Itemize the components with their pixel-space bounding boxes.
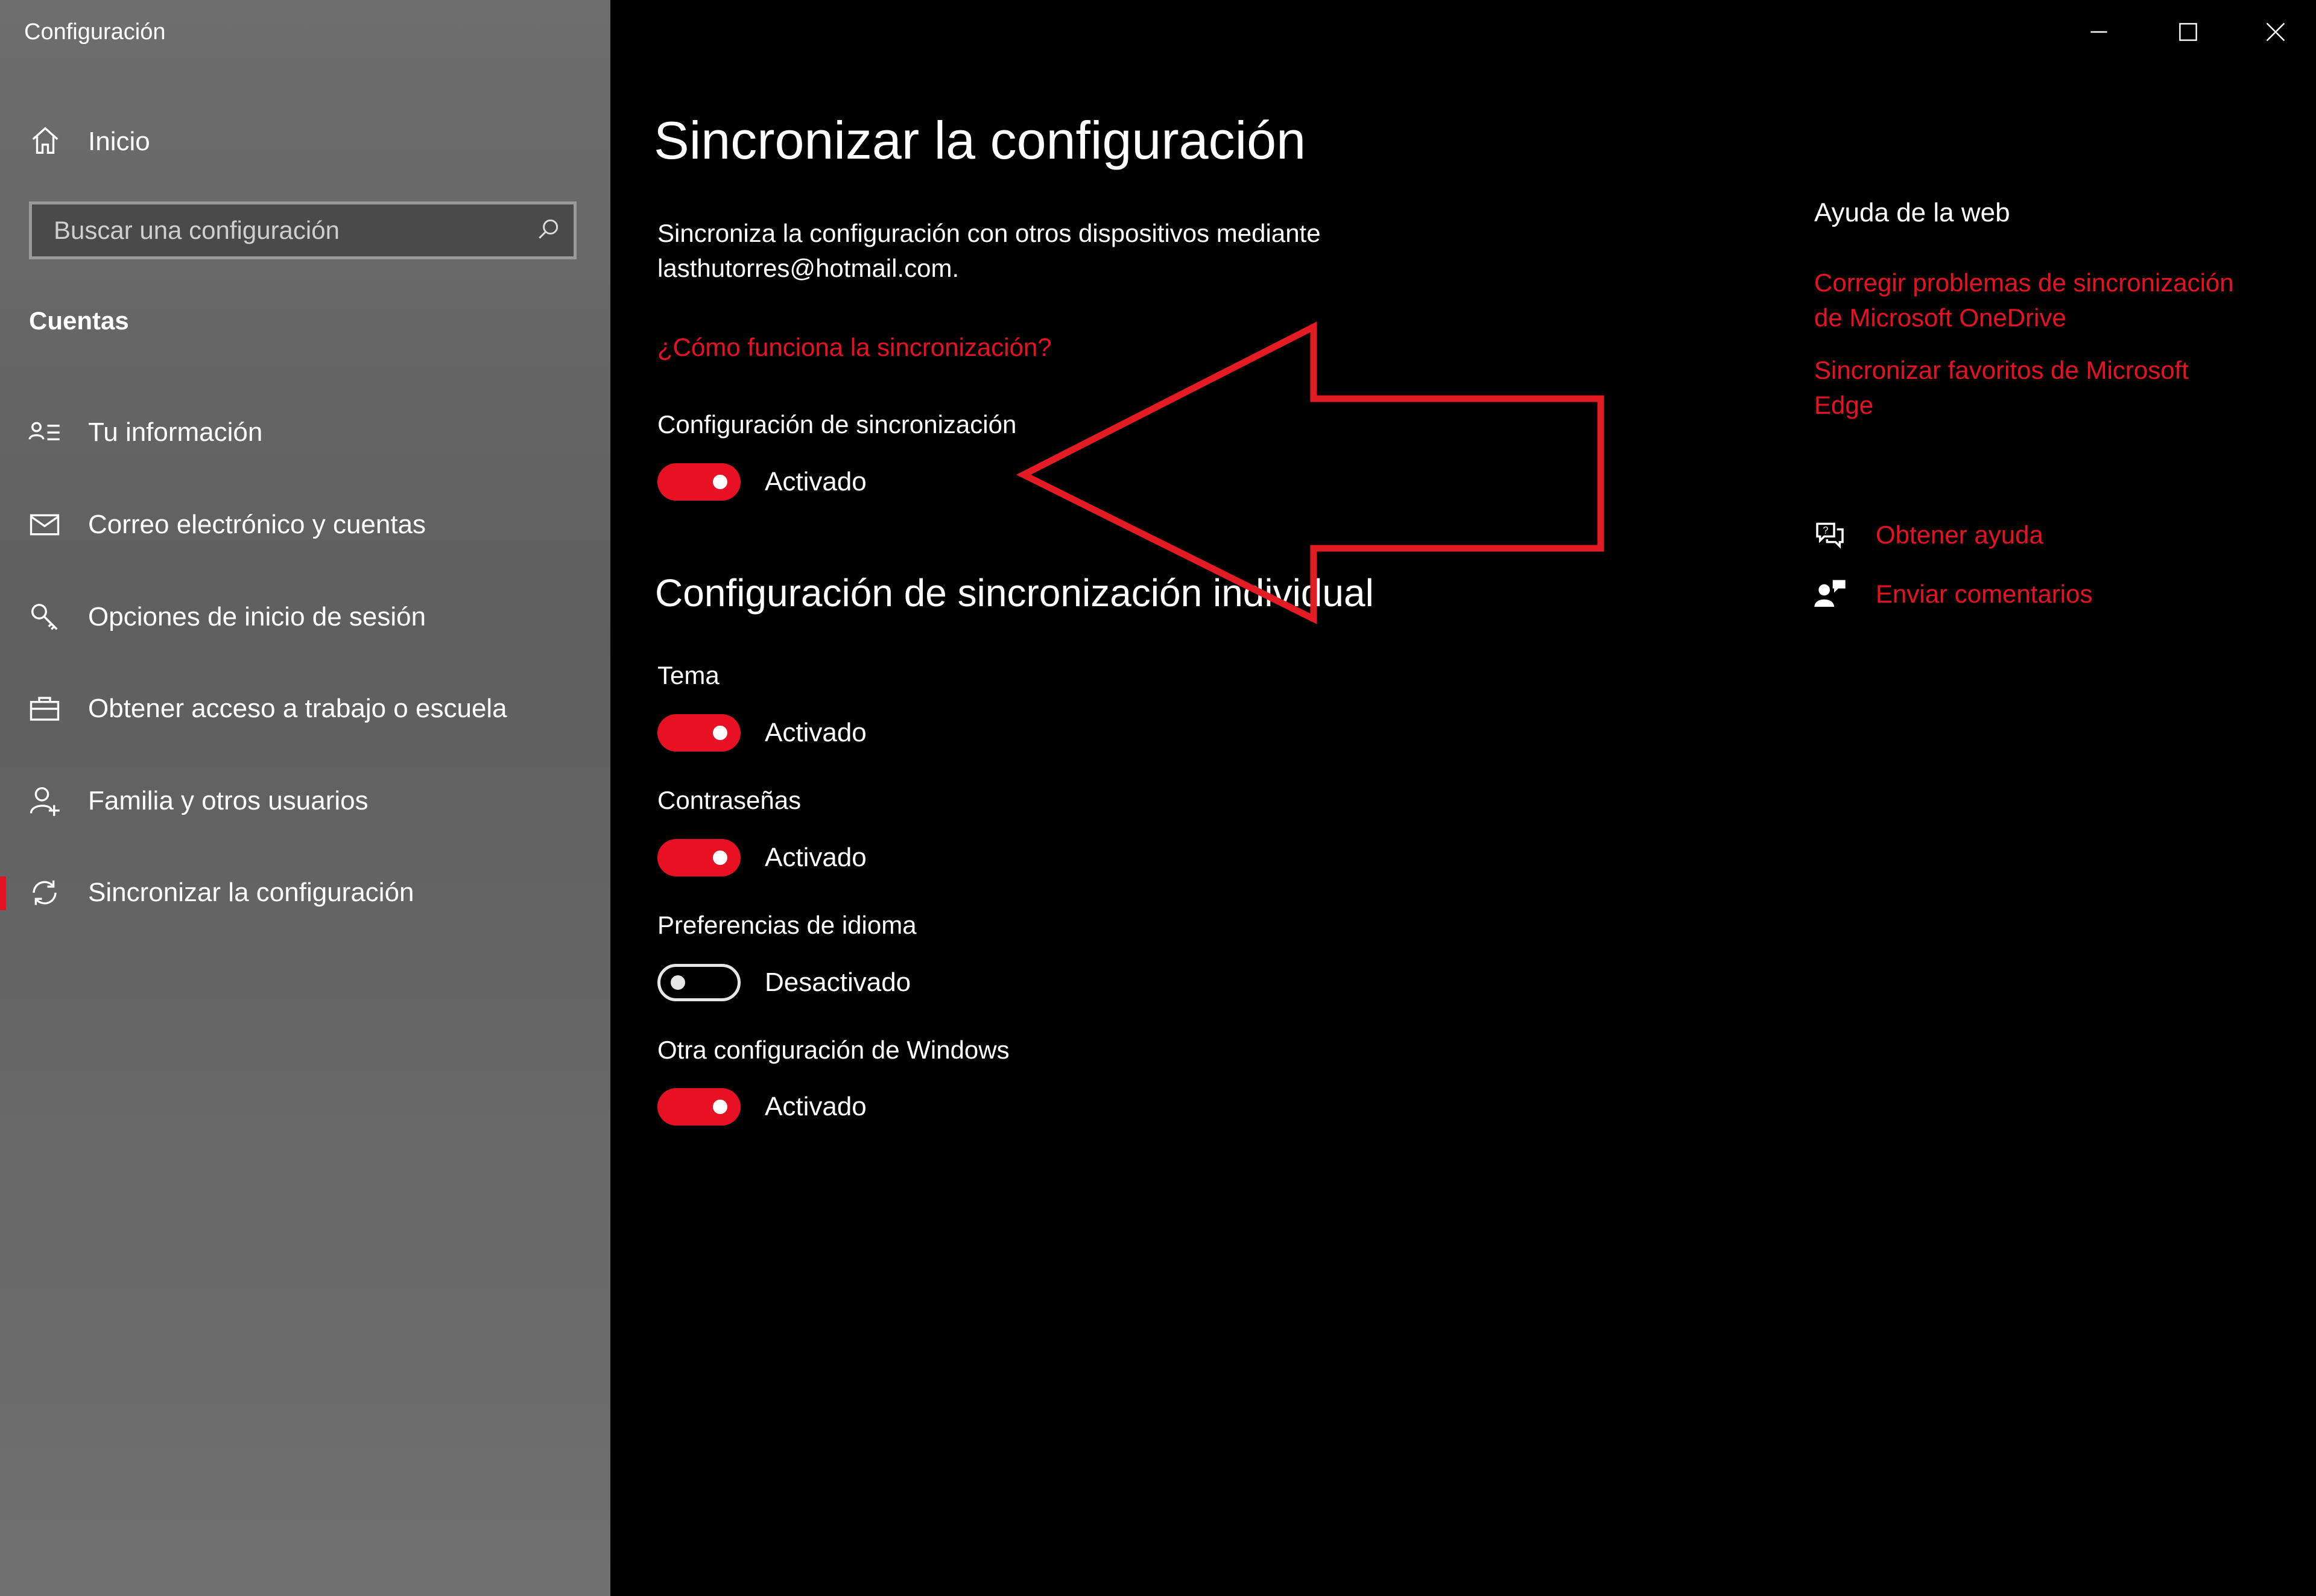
- contrasenas-label: Contraseñas: [657, 786, 802, 814]
- how-sync-works-link[interactable]: ¿Cómo funciona la sincronización?: [657, 333, 1052, 362]
- search-box[interactable]: [29, 201, 577, 259]
- individual-sync-heading: Configuración de sincronización individu…: [655, 571, 1374, 615]
- sidebar-item-label: Correo electrónico y cuentas: [88, 510, 426, 539]
- toggle-knob: [713, 850, 727, 865]
- minimize-button[interactable]: [2069, 12, 2129, 54]
- otra-config-row: Activado: [657, 1086, 867, 1128]
- idioma-state: Desactivado: [765, 967, 911, 997]
- tema-label: Tema: [657, 661, 720, 689]
- app-title: Configuración: [24, 19, 166, 45]
- toggle-knob: [713, 1100, 727, 1114]
- svg-text:?: ?: [1823, 525, 1828, 536]
- sidebar-item-tu-informacion[interactable]: Tu información: [0, 399, 610, 466]
- sidebar-item-inicio-sesion[interactable]: Opciones de inicio de sesión: [0, 584, 610, 650]
- sidebar-item-trabajo-escuela[interactable]: Obtener acceso a trabajo o escuela: [0, 676, 610, 742]
- tema-toggle[interactable]: [657, 714, 741, 752]
- help-link-line: Corregir problemas de sincronización: [1814, 268, 2234, 297]
- contrasenas-toggle[interactable]: [657, 839, 741, 876]
- toggle-knob: [671, 975, 685, 990]
- maximize-button[interactable]: [2158, 12, 2218, 54]
- toggle-knob: [713, 475, 727, 489]
- briefcase-icon: [27, 691, 63, 727]
- idioma-label: Preferencias de idioma: [657, 911, 917, 939]
- get-help-label: Obtener ayuda: [1876, 521, 2043, 549]
- sync-icon: [27, 875, 63, 911]
- help-link-line: Edge: [1814, 391, 1874, 419]
- add-person-icon: [27, 783, 63, 819]
- sidebar-item-label: Familia y otros usuarios: [88, 786, 369, 815]
- key-icon: [27, 599, 63, 635]
- toggle-knob: [713, 726, 727, 740]
- send-feedback-label: Enviar comentarios: [1876, 580, 2093, 608]
- help-link-line: de Microsoft OneDrive: [1814, 303, 2066, 332]
- otra-config-toggle[interactable]: [657, 1088, 741, 1126]
- section-label-cuentas: Cuentas: [29, 306, 129, 335]
- mail-icon: [27, 507, 63, 543]
- idioma-row: Desactivado: [657, 961, 911, 1004]
- page-title: Sincronizar la configuración: [654, 110, 1306, 170]
- home-nav-item[interactable]: Inicio: [29, 121, 150, 163]
- feedback-icon: [1812, 576, 1848, 612]
- search-input[interactable]: [52, 215, 535, 245]
- otra-config-label: Otra configuración de Windows: [657, 1036, 1010, 1064]
- search-icon[interactable]: [535, 216, 562, 245]
- contrasenas-state: Activado: [765, 843, 867, 872]
- send-feedback-link[interactable]: Enviar comentarios: [1812, 573, 2092, 615]
- settings-window: Configuración Inicio Cuentas Tu informac…: [0, 0, 2316, 1596]
- sidebar-item-label: Tu información: [88, 417, 263, 447]
- contrasenas-row: Activado: [657, 837, 867, 879]
- tema-state: Activado: [765, 718, 867, 747]
- help-link-onedrive[interactable]: Corregir problemas de sincronización de …: [1814, 265, 2285, 335]
- sidebar-item-sincronizar[interactable]: Sincronizar la configuración: [0, 860, 610, 926]
- sidebar-item-label: Opciones de inicio de sesión: [88, 602, 426, 632]
- home-icon: [29, 124, 62, 160]
- close-icon: [2265, 21, 2286, 46]
- help-link-edge[interactable]: Sincronizar favoritos de Microsoft Edge: [1814, 353, 2285, 423]
- get-help-link[interactable]: ? Obtener ayuda: [1812, 514, 2043, 556]
- idioma-toggle[interactable]: [657, 964, 741, 1001]
- sidebar: Configuración Inicio Cuentas Tu informac…: [0, 0, 610, 1596]
- help-title: Ayuda de la web: [1814, 198, 2010, 227]
- description-line-1: Sincroniza la configuración con otros di…: [657, 219, 1321, 247]
- contact-info-icon: [27, 414, 63, 451]
- sidebar-item-label: Sincronizar la configuración: [88, 878, 414, 907]
- minimize-icon: [2089, 22, 2109, 45]
- tema-row: Activado: [657, 712, 867, 754]
- maximize-icon: [2178, 22, 2198, 45]
- sidebar-item-label: Obtener acceso a trabajo o escuela: [88, 694, 507, 723]
- sync-settings-state: Activado: [765, 467, 867, 496]
- chat-help-icon: ?: [1812, 517, 1848, 553]
- sidebar-item-correo[interactable]: Correo electrónico y cuentas: [0, 492, 610, 558]
- home-label: Inicio: [88, 127, 150, 156]
- help-link-line: Sincronizar favoritos de Microsoft: [1814, 356, 2189, 384]
- sidebar-item-familia[interactable]: Familia y otros usuarios: [0, 768, 610, 834]
- sync-settings-toggle[interactable]: [657, 463, 741, 501]
- description-line-2: lasthutorres@hotmail.com.: [657, 254, 960, 282]
- sync-description: Sincroniza la configuración con otros di…: [657, 216, 1441, 286]
- close-button[interactable]: [2245, 12, 2306, 54]
- otra-config-state: Activado: [765, 1092, 867, 1121]
- sync-settings-label: Configuración de sincronización: [657, 410, 1017, 439]
- sync-settings-row: Activado: [657, 461, 867, 503]
